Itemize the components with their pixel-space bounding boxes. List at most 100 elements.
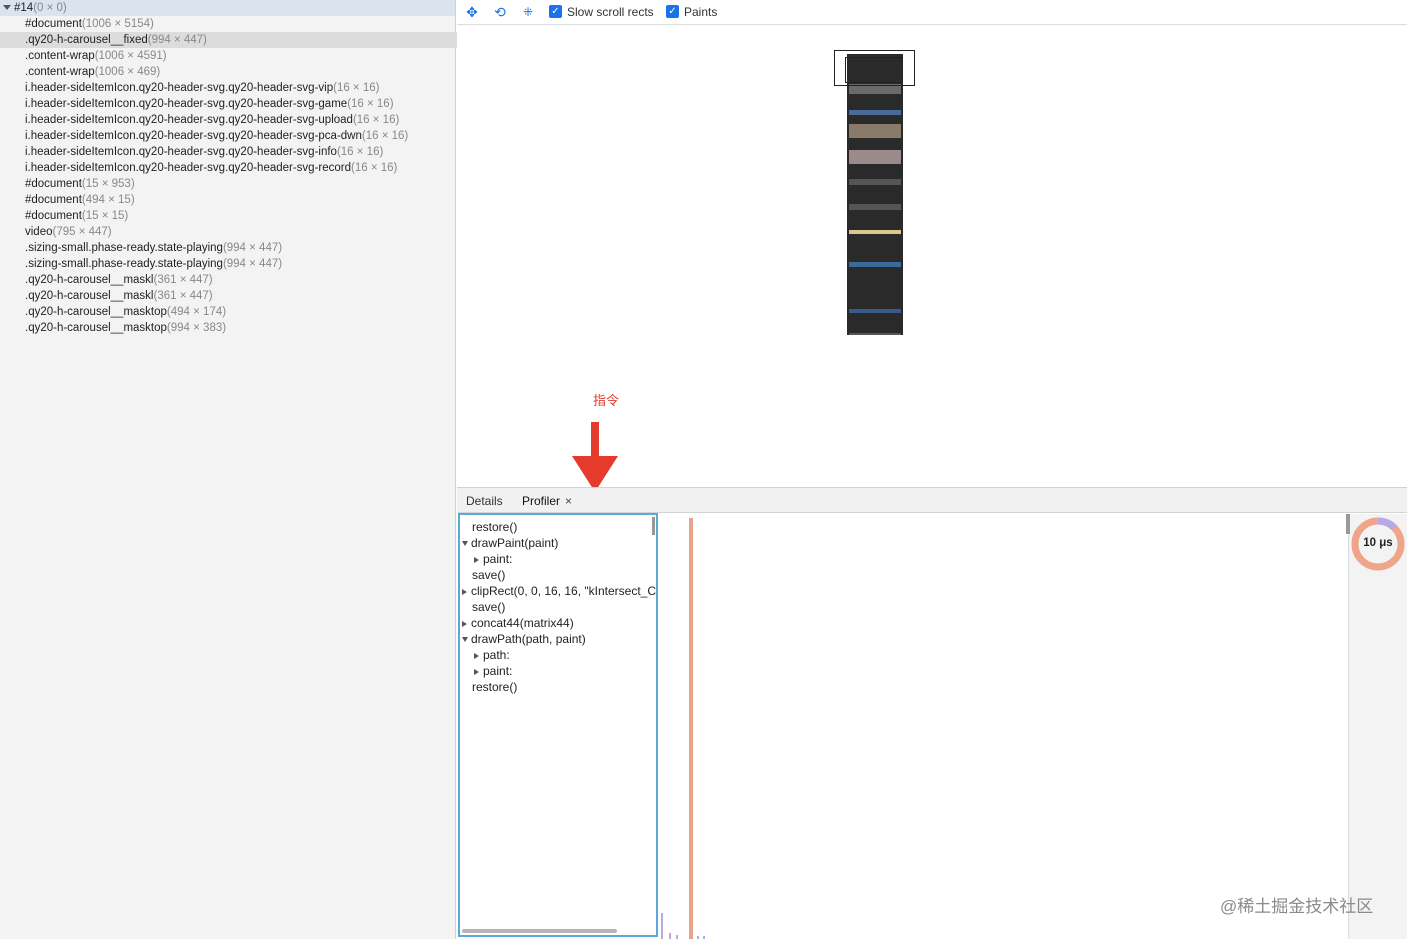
layer-tree-item[interactable]: video(795 × 447) (0, 224, 480, 240)
horizontal-scrollbar[interactable] (462, 929, 617, 933)
collapsed-arrow-icon[interactable] (462, 620, 467, 627)
preview-content-block (849, 124, 901, 138)
layer-tree-item[interactable]: .qy20-h-carousel__fixed(994 × 447) (0, 32, 480, 48)
preview-content-block (849, 204, 901, 210)
paints-checkbox[interactable]: ✓ (666, 5, 679, 18)
pan-mode-icon[interactable]: ✥ (463, 4, 481, 20)
tab-profiler[interactable]: Profiler (522, 494, 560, 508)
tab-details[interactable]: Details (466, 494, 503, 508)
layer-name: #document (25, 178, 82, 190)
layer-tree-item[interactable]: i.header-sideItemIcon.qy20-header-svg.qy… (0, 112, 480, 128)
preview-content-block (849, 110, 901, 115)
layer-tree-item[interactable]: i.header-sideItemIcon.qy20-header-svg.qy… (0, 144, 480, 160)
layer-size: (361 × 447) (153, 290, 213, 302)
collapsed-arrow-icon[interactable] (474, 556, 479, 563)
paint-profiler-timeline[interactable] (660, 514, 1346, 939)
command-text: clipRect(0, 0, 16, 16, "kIntersect_C (471, 584, 657, 598)
layer-tree-item[interactable]: .qy20-h-carousel__maskl(361 × 447) (0, 272, 480, 288)
layer-name: .content-wrap (25, 50, 95, 62)
vertical-scrollbar[interactable] (652, 517, 655, 535)
layer-size: (16 × 16) (361, 130, 409, 142)
layer-tree-item[interactable]: i.header-sideItemIcon.qy20-header-svg.qy… (0, 96, 480, 112)
layer-tree-root[interactable]: #14(0 × 0) (0, 0, 455, 16)
layer-tree-panel: #14(0 × 0) #document(1006 × 5154) .qy20-h… (0, 0, 480, 939)
layer-size: (494 × 15) (81, 194, 135, 206)
layers-viewport[interactable]: 指令 (457, 26, 1407, 492)
layer-name: #document (25, 194, 82, 206)
total-time-label: 10 μs (1363, 537, 1393, 549)
expanded-arrow-icon[interactable] (462, 541, 468, 547)
layer-tree-item[interactable]: i.header-sideItemIcon.qy20-header-svg.qy… (0, 128, 480, 144)
command-log-item[interactable]: drawPath(path, paint) (462, 631, 586, 647)
layer-name: #document (25, 210, 82, 222)
layer-size: (1006 × 469) (94, 66, 161, 78)
layer-tree-item[interactable]: i.header-sideItemIcon.qy20-header-svg.qy… (0, 160, 480, 176)
layer-size: (795 × 447) (52, 226, 112, 238)
layer-size: (15 × 15) (81, 210, 129, 222)
layer-tree-item[interactable]: .sizing-small.phase-ready.state-playing(… (0, 240, 480, 256)
command-text: paint: (483, 664, 513, 678)
collapsed-arrow-icon[interactable] (474, 652, 479, 659)
preview-content-block (849, 150, 901, 164)
layer-size: (994 × 383) (166, 322, 227, 334)
command-text: drawPath(path, paint) (471, 632, 586, 646)
timeline-scrollbar[interactable] (1346, 514, 1350, 534)
preview-content-block (849, 230, 901, 234)
timing-bar[interactable] (689, 518, 693, 939)
command-log-item[interactable]: save() (462, 599, 505, 615)
layer-outline (845, 57, 903, 83)
layer-size: (994 × 447) (222, 242, 283, 254)
reset-transform-icon[interactable]: ⁜ (519, 4, 537, 20)
layer-tree-item[interactable]: #document(15 × 953) (0, 176, 480, 192)
layer-name: .qy20-h-carousel__masktop (25, 306, 167, 318)
command-log-item[interactable]: restore() (462, 679, 517, 695)
annotation-arrow-icon (572, 422, 618, 492)
layer-size: (494 × 174) (166, 306, 227, 318)
command-log-item[interactable]: path: (474, 647, 510, 663)
layer-tree-item[interactable]: i.header-sideItemIcon.qy20-header-svg.qy… (0, 80, 480, 96)
layer-tree-item[interactable]: .qy20-h-carousel__masktop(994 × 383) (0, 320, 480, 336)
layer-size: (16 × 16) (347, 98, 394, 110)
expanded-arrow-icon[interactable] (462, 637, 468, 643)
expand-arrow-icon[interactable] (3, 4, 11, 10)
rotate-mode-icon[interactable]: ⟲ (491, 4, 509, 20)
command-log-item[interactable]: paint: (474, 663, 512, 679)
layer-name: i.header-sideItemIcon.qy20-header-svg.qy… (25, 130, 362, 142)
layer-size: (16 × 16) (351, 162, 398, 174)
document-layer-preview[interactable] (847, 54, 903, 335)
layer-tree-item[interactable]: .qy20-h-carousel__masktop(494 × 174) (0, 304, 480, 320)
layer-name: .qy20-h-carousel__fixed (25, 34, 148, 46)
paints-label[interactable]: Paints (684, 5, 717, 19)
command-log-item[interactable]: drawPaint(paint) (462, 535, 558, 551)
command-log-item[interactable]: save() (462, 567, 505, 583)
preview-content-block (849, 333, 901, 335)
layer-name: i.header-sideItemIcon.qy20-header-svg.qy… (25, 162, 352, 174)
paint-command-log[interactable]: restore() drawPaint(paint) paint: save() cli… (458, 513, 658, 937)
detail-tabs: Details Profiler × (457, 487, 1407, 513)
command-log-item[interactable]: clipRect(0, 0, 16, 16, "kIntersect_C (462, 583, 656, 599)
layer-tree-item[interactable]: .sizing-small.phase-ready.state-playing(… (0, 256, 480, 272)
preview-content-block (849, 309, 901, 313)
command-log-item[interactable]: paint: (474, 551, 512, 567)
layer-tree-item[interactable]: .content-wrap(1006 × 4591) (0, 48, 480, 64)
timeline-tick (669, 933, 671, 939)
layer-size: (16 × 16) (352, 114, 400, 126)
layer-tree-item[interactable]: .qy20-h-carousel__maskl(361 × 447) (0, 288, 480, 304)
close-icon[interactable]: × (565, 494, 572, 508)
layer-name: .sizing-small.phase-ready.state-playing (25, 242, 223, 254)
collapsed-arrow-icon[interactable] (474, 668, 479, 675)
layer-tree-item[interactable]: #document(494 × 15) (0, 192, 480, 208)
layer-tree-item[interactable]: #document(15 × 15) (0, 208, 480, 224)
command-text: save() (472, 600, 506, 614)
layer-tree-item[interactable]: #document(1006 × 5154) (0, 16, 480, 32)
command-log-item[interactable]: restore() (462, 519, 517, 535)
layer-name: #document (25, 18, 82, 30)
command-text: concat44(matrix44) (471, 616, 574, 630)
command-text: save() (472, 568, 506, 582)
slow-scroll-rects-checkbox[interactable]: ✓ (549, 5, 562, 18)
layer-tree-item[interactable]: .content-wrap(1006 × 469) (0, 64, 480, 80)
command-log-item[interactable]: concat44(matrix44) (462, 615, 574, 631)
slow-scroll-rects-label[interactable]: Slow scroll rects (567, 5, 654, 19)
layer-size: (0 × 0) (33, 2, 67, 14)
collapsed-arrow-icon[interactable] (462, 588, 467, 595)
